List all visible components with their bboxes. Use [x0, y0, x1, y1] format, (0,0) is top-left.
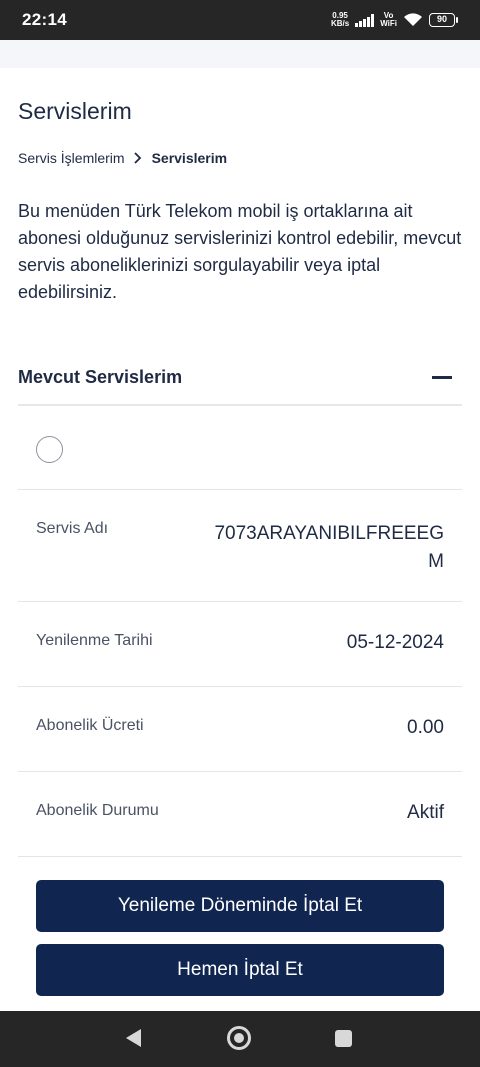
status-bar: 22:14 0.95 KB/s Vo WiFi 90 — [0, 0, 480, 40]
breadcrumb-parent-link[interactable]: Servis İşlemlerim — [18, 150, 125, 166]
collapse-minus-icon[interactable] — [432, 375, 452, 379]
field-row-service-name: Servis Adı 7073ARAYANIBILFREEEGM — [18, 490, 462, 602]
field-value: 05-12-2024 — [346, 632, 444, 653]
clock: 22:14 — [22, 10, 67, 29]
vowifi-icon: Vo WiFi — [380, 12, 397, 28]
status-icons: 0.95 KB/s Vo WiFi 90 — [331, 12, 458, 28]
field-label: Yenilenme Tarihi — [36, 632, 153, 649]
network-speed: 0.95 KB/s — [331, 12, 349, 28]
scrolled-header-strip — [0, 40, 480, 68]
chevron-right-icon — [133, 152, 141, 164]
field-value: Aktif — [407, 802, 444, 823]
home-icon[interactable] — [227, 1026, 251, 1050]
field-row-subscription-status: Abonelik Durumu Aktif — [18, 772, 462, 857]
section-title: Mevcut Servislerim — [18, 366, 183, 387]
page-title: Servislerim — [18, 98, 132, 124]
system-nav-bar — [0, 1011, 480, 1067]
cancel-on-renewal-button[interactable]: Yenileme Döneminde İptal Et — [36, 880, 444, 932]
vowifi-bottom: WiFi — [380, 19, 397, 28]
breadcrumb-current: Servislerim — [151, 150, 228, 166]
intro-text: Bu menüden Türk Telekom mobil iş ortakla… — [18, 201, 462, 302]
field-row-renewal-date: Yenilenme Tarihi 05-12-2024 — [18, 602, 462, 687]
service-radio[interactable] — [36, 436, 63, 463]
field-label: Abonelik Durumu — [36, 802, 159, 819]
cancel-now-button[interactable]: Hemen İptal Et — [36, 944, 444, 996]
network-speed-unit: KB/s — [330, 19, 350, 28]
battery-level: 90 — [429, 13, 455, 27]
field-value: 7073ARAYANIBILFREEEGM — [214, 523, 444, 572]
service-select-row — [18, 406, 462, 490]
field-value: 0.00 — [407, 717, 444, 738]
section-header-mevcut-servislerim[interactable]: Mevcut Servislerim — [18, 350, 462, 406]
signal-icon — [355, 13, 375, 27]
recent-apps-icon[interactable] — [335, 1030, 352, 1047]
battery-icon: 90 — [429, 13, 458, 27]
back-icon[interactable] — [126, 1029, 141, 1047]
field-label: Abonelik Ücreti — [36, 717, 144, 734]
wifi-icon — [404, 13, 422, 26]
breadcrumb: Servis İşlemlerim Servislerim — [18, 150, 227, 166]
field-label: Servis Adı — [36, 520, 109, 537]
field-row-subscription-fee: Abonelik Ücreti 0.00 — [18, 687, 462, 772]
